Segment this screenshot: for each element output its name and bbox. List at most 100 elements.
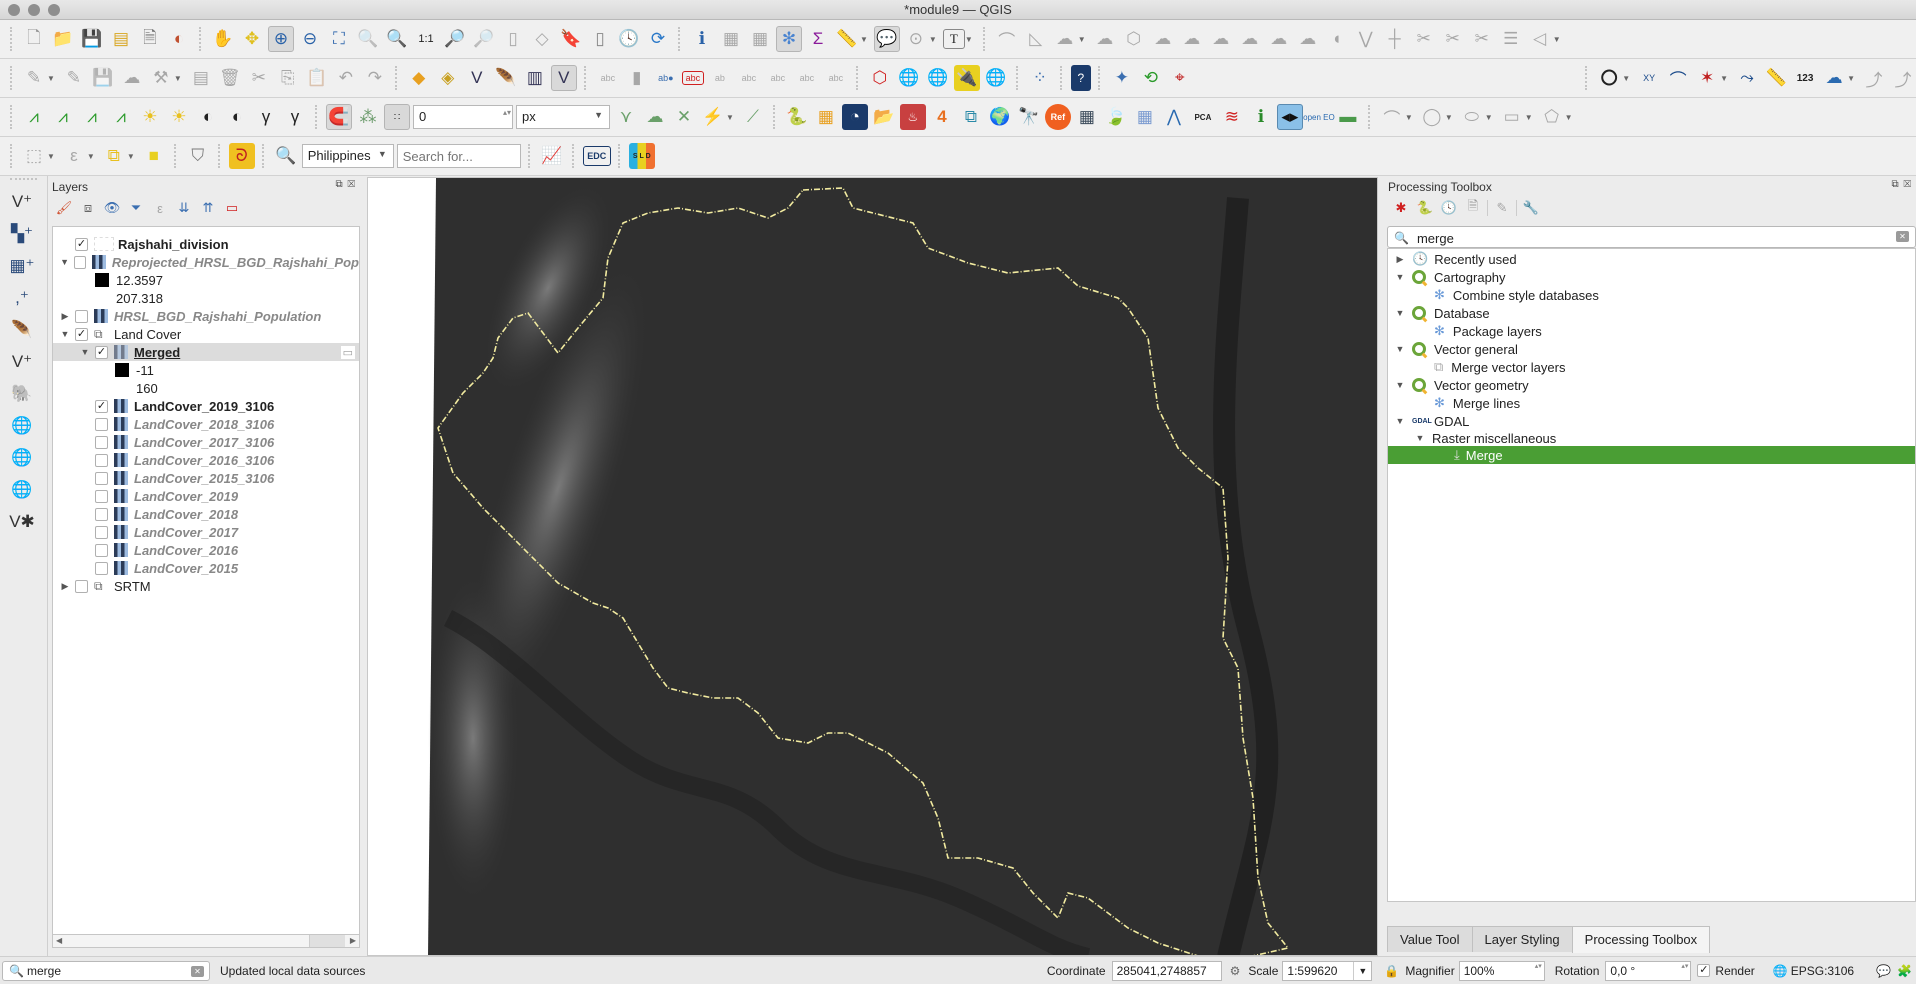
move-label-icon[interactable]: abc — [765, 65, 791, 91]
layer-item-rajshahi-division[interactable]: ✓ Rajshahi_division — [53, 235, 359, 253]
edc-icon[interactable]: EDC — [582, 146, 611, 166]
toolbar-grip[interactable] — [772, 105, 777, 129]
save-layer-edits-icon[interactable]: 💾 — [90, 65, 116, 91]
plugin-layers-icon[interactable]: ⧉ — [958, 104, 984, 130]
toolbar-grip[interactable] — [982, 27, 987, 51]
expand-closed-icon[interactable]: ▶ — [59, 311, 71, 322]
layer-visibility-checkbox[interactable]: ✓ — [95, 345, 108, 359]
algorithm-merge-lines[interactable]: ✻ Merge lines — [1388, 394, 1915, 412]
shape-digitizing-icon[interactable]: ◺ — [1023, 26, 1049, 52]
layer-visibility-checkbox[interactable]: ✓ — [95, 399, 108, 413]
add-ellipse-icon[interactable]: ⬭ — [1459, 104, 1485, 130]
plugin-network-icon[interactable]: ⋀ — [1161, 104, 1187, 130]
measure-icon[interactable]: 📏 — [834, 26, 860, 52]
toolbar-grip[interactable] — [10, 66, 14, 90]
snapping-tolerance-input[interactable]: 0 — [413, 105, 513, 129]
toolbar-grip[interactable] — [1585, 66, 1589, 90]
expand-open-icon[interactable]: ▼ — [1394, 308, 1406, 318]
expand-open-icon[interactable]: ▼ — [59, 329, 71, 339]
tracing-icon[interactable]: ⋎ — [613, 104, 639, 130]
show-bookmarks-icon[interactable]: ▯ — [587, 26, 613, 52]
cad-break-icon[interactable]: ⤳ — [1734, 65, 1760, 91]
tab-processing-toolbox[interactable]: Processing Toolbox — [1571, 926, 1711, 953]
scripts-icon[interactable]: 🐍 — [1415, 198, 1435, 218]
crs-button[interactable]: EPSG:3106 — [1791, 964, 1854, 978]
delete-selected-icon[interactable]: 🗑 — [217, 65, 243, 91]
expand-open-icon[interactable]: ▼ — [1394, 416, 1406, 426]
dropdown-arrow-icon[interactable]: ▼ — [87, 152, 95, 161]
dropdown-arrow-icon[interactable]: ▼ — [929, 35, 937, 44]
plugin-stack-icon[interactable]: ≋ — [1219, 104, 1245, 130]
new-3d-map-icon[interactable]: ◇ — [529, 26, 555, 52]
add-vector-layer-icon[interactable]: V⁺ — [5, 188, 39, 216]
cad-line-icon[interactable]: ⤴ — [1890, 65, 1916, 91]
new-print-layout-icon[interactable]: ▤ — [108, 26, 134, 52]
select-features-icon[interactable]: ⊙ — [903, 26, 929, 52]
dropdown-arrow-icon[interactable]: ▼ — [47, 152, 55, 161]
merge-features-icon[interactable]: ✂ — [1469, 26, 1495, 52]
dropdown-arrow-icon[interactable]: ▼ — [1525, 113, 1533, 122]
toolbar-grip[interactable] — [315, 105, 319, 129]
group-visibility-checkbox[interactable]: ✓ — [75, 327, 88, 341]
avoid-overlap-icon[interactable]: ⟋ — [740, 104, 766, 130]
modify-attributes-icon[interactable]: ▤ — [188, 65, 214, 91]
layer-visibility-checkbox[interactable] — [95, 453, 108, 467]
new-shapefile-layer-icon[interactable]: V — [464, 65, 490, 91]
layer-diagram-options-icon[interactable]: abc — [681, 71, 704, 85]
layer-item-landcover-2018[interactable]: LandCover_2018 — [53, 505, 359, 523]
dropdown-arrow-icon[interactable]: ▼ — [1565, 113, 1573, 122]
dropdown-arrow-icon[interactable]: ▼ — [47, 74, 55, 83]
float-panel-icon[interactable]: ⧉ — [1892, 179, 1900, 190]
dropdown-arrow-icon[interactable]: ▼ — [1622, 74, 1630, 83]
minimize-window-button[interactable] — [28, 4, 40, 16]
layer-visibility-checkbox[interactable] — [73, 255, 86, 269]
cad-shape-icon[interactable]: ☁ — [1821, 65, 1847, 91]
add-wms-icon[interactable]: 🌐 — [896, 65, 922, 91]
layer-item-landcover-2015[interactable]: LandCover_2015 — [53, 559, 359, 577]
plugin-identify-icon[interactable]: ℹ — [1248, 104, 1274, 130]
layer-visibility-checkbox[interactable] — [95, 561, 108, 575]
layer-visibility-checkbox[interactable] — [95, 471, 108, 485]
split-parts-icon[interactable]: ✂ — [1440, 26, 1466, 52]
scroll-right-icon[interactable]: ▶ — [350, 936, 356, 945]
toolbar-grip[interactable] — [394, 66, 399, 90]
sld-icon[interactable]: S L D — [628, 143, 655, 169]
geocoder-search-icon[interactable]: 🔍 — [273, 143, 299, 169]
edit-features-in-place-icon[interactable]: ✎ — [1492, 198, 1512, 218]
close-panel-icon[interactable]: ☒ — [1903, 179, 1912, 190]
cad-azimuth-icon[interactable]: ⤴ — [1861, 65, 1887, 91]
new-bookmark-icon[interactable]: 🔖 — [558, 26, 584, 52]
layout-manager-icon[interactable]: 🗎 — [137, 26, 163, 52]
zoom-out-icon[interactable]: ⊖ — [297, 26, 323, 52]
expand-open-icon[interactable]: ▼ — [1394, 344, 1406, 354]
close-panel-icon[interactable]: ☒ — [347, 179, 356, 190]
toolbar-grip[interactable] — [1015, 66, 1020, 90]
snapping-mode-icon[interactable]: ∷ — [384, 104, 410, 130]
metasearch-icon[interactable]: 🌐 — [983, 65, 1009, 91]
map-canvas[interactable] — [367, 177, 1378, 956]
new-project-icon[interactable]: 🗋 — [21, 26, 47, 52]
local-cumulative-stretch-icon[interactable]: ⩘ — [79, 104, 105, 130]
crosshair-icon[interactable]: ⌖ — [1167, 65, 1193, 91]
dropdown-arrow-icon[interactable]: ▼ — [127, 152, 135, 161]
plugin-ref-icon[interactable]: Ref — [1044, 104, 1071, 130]
algorithm-package-layers[interactable]: ✻ Package layers — [1388, 322, 1915, 340]
toolbar-grip[interactable] — [10, 27, 14, 51]
layer-item-landcover-2018-3106[interactable]: LandCover_2018_3106 — [53, 415, 359, 433]
algorithm-gdal-merge[interactable]: ⤓ Merge — [1388, 446, 1915, 464]
geocoder-country-select[interactable]: Philippines ▼ — [301, 144, 394, 168]
self-snapping-icon[interactable]: ⚡ — [700, 104, 726, 130]
collapse-all-icon[interactable]: ⇈ — [198, 198, 218, 218]
plugin-folder-icon[interactable]: 📂 — [871, 104, 897, 130]
history-icon[interactable]: 🕓 — [1439, 198, 1459, 218]
rotation-spinbox[interactable]: 0,0 ° ▴▾ — [1605, 960, 1692, 981]
new-map-view-icon[interactable]: ▯ — [500, 26, 526, 52]
processing-toolbox-icon[interactable]: ✻ — [776, 26, 802, 52]
copy-features-icon[interactable]: ⎘ — [275, 65, 301, 91]
label-tool-icon[interactable]: abc — [595, 65, 621, 91]
cut-features-icon[interactable]: ✂ — [246, 65, 272, 91]
new-scratch-layer-icon[interactable]: 🪶 — [493, 65, 519, 91]
add-mesh-layer-icon[interactable]: ▦⁺ — [5, 252, 39, 280]
current-edits-icon[interactable]: ✎ — [21, 65, 47, 91]
search-wms-icon[interactable]: 🌐 — [925, 65, 951, 91]
